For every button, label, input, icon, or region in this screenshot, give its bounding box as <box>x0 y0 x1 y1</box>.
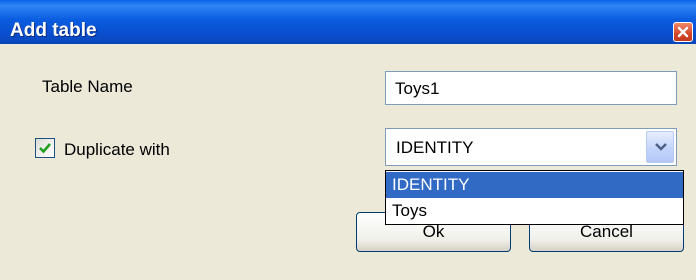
close-button[interactable] <box>673 22 693 42</box>
close-icon <box>677 26 689 38</box>
duplicate-combobox[interactable]: IDENTITY <box>385 128 677 166</box>
table-name-input[interactable]: Toys1 <box>385 71 677 105</box>
table-name-label: Table Name <box>42 77 133 96</box>
dropdown-option-identity[interactable]: IDENTITY <box>386 172 683 198</box>
chevron-down-icon <box>655 143 667 151</box>
add-table-dialog: Add table Table Name Toys1 Duplicate wit… <box>0 0 696 280</box>
combo-selected-value: IDENTITY <box>396 138 474 157</box>
duplicate-checkbox[interactable] <box>35 138 55 158</box>
checkmark-icon <box>39 143 51 154</box>
dropdown-button[interactable] <box>646 131 674 163</box>
title-bar[interactable]: Add table <box>0 0 696 44</box>
dropdown-option-toys[interactable]: Toys <box>386 198 683 224</box>
duplicate-label: Duplicate with <box>64 140 170 159</box>
window-title: Add table <box>10 20 97 41</box>
duplicate-dropdown-list: IDENTITY Toys <box>385 170 684 225</box>
